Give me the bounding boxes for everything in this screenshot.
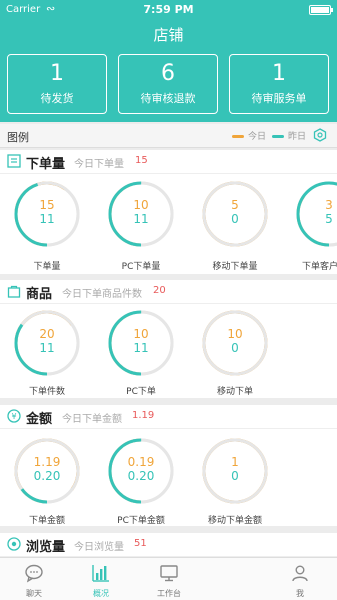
section-value: 20 [153, 285, 166, 296]
person-icon [292, 565, 308, 582]
gauge-today: 3 [325, 198, 333, 212]
stat-value: 6 [161, 61, 175, 86]
gauge-today: 20 [39, 327, 55, 341]
section-orders: 下单量 今日下单量 15 15 11 下单量 10 11 PC下单量 5 0 移… [0, 150, 337, 274]
legend-yesterday-label: 昨日 [288, 132, 307, 142]
page-title: 店铺 [153, 26, 184, 44]
gauge[interactable]: 20 11 [13, 309, 81, 377]
list-icon [7, 154, 21, 168]
gauge[interactable]: 5 0 [201, 180, 269, 248]
gauge-label: 下单客户 [301, 262, 337, 272]
gauge-yesterday: 0.20 [33, 469, 61, 483]
chat-icon [25, 564, 43, 583]
section-title: 金额 [26, 412, 53, 427]
gauge-today: 0.19 [127, 455, 155, 469]
stat-pending-service[interactable]: 1 待审服务单 [229, 54, 329, 114]
gauge-label: 下单件数 [28, 387, 65, 397]
bar-chart-icon [92, 565, 109, 582]
stat-label: 待审核退款 [140, 92, 196, 105]
gauge-yesterday: 11 [39, 341, 55, 355]
section-subtitle: 今日浏览量 [74, 542, 124, 553]
gauge-label: PC下单 [126, 387, 156, 397]
section-value: 51 [134, 538, 147, 549]
tab-label: 工作台 [157, 589, 181, 598]
gauge-yesterday: 0 [231, 341, 239, 355]
section-amount: ¥ 金额 今日下单金额 1.19 1.19 0.20 下单金额 0.19 0.2… [0, 405, 337, 526]
tab-label: 聊天 [26, 589, 42, 598]
gauge[interactable]: 10 11 [107, 180, 175, 248]
gauge-label: 移动下单金额 [207, 516, 262, 526]
shop-header: 店铺 1 待发货 6 待审核退款 1 待审服务单 [0, 20, 337, 122]
section-title: 下单量 [26, 157, 66, 172]
gauge-yesterday: 11 [39, 212, 55, 226]
gauge-today: 15 [39, 198, 55, 212]
tab-workbench[interactable]: 工作台 [139, 558, 199, 600]
legend-bar: 图例 今日 昨日 [0, 124, 337, 148]
gauge-today: 1.19 [33, 455, 61, 469]
legend-yesterday-swatch [272, 135, 284, 138]
bag-icon [7, 285, 21, 298]
gauge-yesterday: 0 [231, 469, 239, 483]
section-goods: 商品 今日下单商品件数 20 20 11 下单件数 10 11 PC下单 10 … [0, 280, 337, 398]
gauge[interactable]: 10 0 [201, 309, 269, 377]
gauge[interactable]: 1 0 [201, 437, 269, 505]
section-value: 1.19 [132, 410, 155, 421]
battery-icon [309, 5, 333, 15]
svg-text:¥: ¥ [11, 412, 16, 421]
section-subtitle: 今日下单金额 [62, 414, 122, 425]
currency-icon: ¥ [7, 409, 21, 423]
status-bar: Carrier ∾ 7:59 PM [0, 0, 337, 20]
gauge-today: 5 [231, 198, 239, 212]
stat-label: 待发货 [40, 92, 74, 105]
gauge-today: 10 [133, 198, 149, 212]
tab-me[interactable]: 我 [270, 558, 330, 600]
tab-overview[interactable]: 概况 [71, 558, 131, 600]
gauge-label: PC下单金额 [117, 516, 165, 526]
stat-value: 1 [272, 61, 286, 86]
eye-icon [7, 537, 21, 551]
settings-icon[interactable] [313, 128, 327, 142]
section-title: 浏览量 [26, 540, 66, 555]
stat-label: 待审服务单 [251, 92, 307, 105]
gauge-label: PC下单量 [121, 262, 161, 272]
section-header[interactable]: 商品 今日下单商品件数 20 [0, 280, 337, 304]
gauge-label: 下单金额 [28, 516, 65, 526]
gauge-label: 移动下单 [216, 387, 253, 397]
stat-value: 1 [50, 61, 64, 86]
gauge-yesterday: 11 [133, 341, 149, 355]
section-subtitle: 今日下单商品件数 [62, 289, 142, 300]
section-subtitle: 今日下单量 [74, 159, 124, 170]
gauge-yesterday: 11 [133, 212, 149, 226]
gauge[interactable]: 10 11 [107, 309, 175, 377]
gauge-label: 下单量 [33, 262, 61, 272]
legend-title: 图例 [7, 131, 29, 144]
legend-today-swatch [232, 135, 244, 138]
legend-today-label: 今日 [248, 132, 267, 142]
gauge-yesterday: 0 [231, 212, 239, 226]
clock: 7:59 PM [143, 3, 194, 16]
monitor-icon [160, 565, 178, 582]
gauge-yesterday: 5 [325, 212, 333, 226]
tab-bar: 聊天 概况 工作台 我 [0, 557, 337, 600]
gauge[interactable]: 0.19 0.20 [107, 437, 175, 505]
gauge-today: 10 [227, 327, 243, 341]
stat-pending-refund[interactable]: 6 待审核退款 [118, 54, 218, 114]
tab-label: 概况 [93, 589, 109, 598]
gauge[interactable]: 1.19 0.20 [13, 437, 81, 505]
section-value: 15 [135, 155, 148, 166]
section-header[interactable]: 浏览量 今日浏览量 51 [0, 533, 337, 557]
stat-pending-shipment[interactable]: 1 待发货 [7, 54, 107, 114]
section-header[interactable]: ¥ 金额 今日下单金额 1.19 [0, 405, 337, 429]
gauge-label: 移动下单量 [212, 262, 258, 272]
gauge-today: 1 [231, 455, 239, 469]
gauge-today: 10 [133, 327, 149, 341]
tab-label: 我 [296, 589, 304, 598]
section-views: 浏览量 今日浏览量 51 [0, 533, 337, 557]
gauge[interactable]: 15 11 [13, 180, 81, 248]
section-header[interactable]: 下单量 今日下单量 15 [0, 150, 337, 174]
section-title: 商品 [26, 287, 53, 302]
tab-chat[interactable]: 聊天 [4, 558, 64, 600]
gauge-yesterday: 0.20 [127, 469, 155, 483]
gauge[interactable]: 3 5 [295, 180, 337, 248]
